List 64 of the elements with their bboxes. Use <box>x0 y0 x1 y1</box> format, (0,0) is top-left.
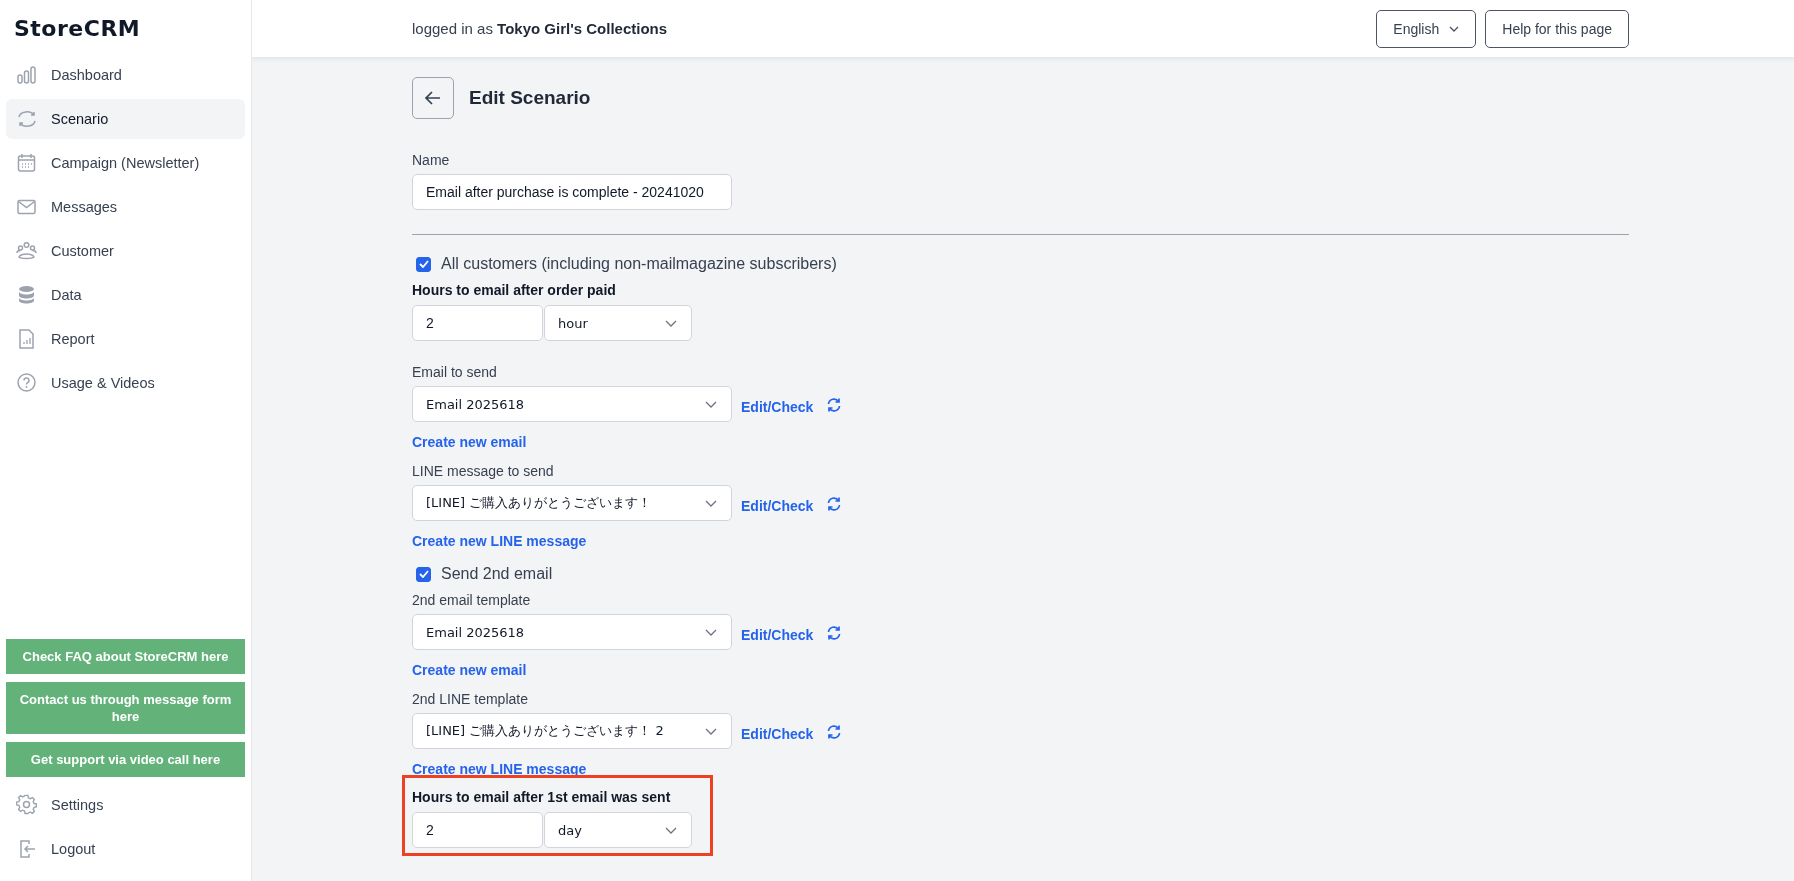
people-group-icon <box>16 240 37 262</box>
edit-check-link[interactable]: Edit/Check <box>741 498 814 514</box>
refresh-icon[interactable] <box>826 724 843 740</box>
help-button[interactable]: Help for this page <box>1485 9 1629 48</box>
create-link[interactable]: Create new LINE message <box>412 533 587 549</box>
refresh-icon[interactable] <box>826 496 843 512</box>
sidebar-item[interactable]: Settings <box>6 785 245 825</box>
create-link[interactable]: Create new email <box>412 662 527 678</box>
edit-check-link[interactable]: Edit/Check <box>741 726 814 742</box>
caret-icon <box>705 400 717 408</box>
back-arrow-icon <box>424 89 442 107</box>
edit-check-link[interactable]: Edit/Check <box>741 399 814 415</box>
chart-bars-icon <box>16 64 37 86</box>
edit-check-link[interactable]: Edit/Check <box>741 627 814 643</box>
create-link[interactable]: Create new email <box>412 434 527 450</box>
checkbox-label: All customers (including non-mailmagazine subscribers) <box>441 255 837 273</box>
caret-icon <box>705 727 717 735</box>
gear-icon <box>16 794 37 816</box>
checkbox[interactable] <box>416 256 431 272</box>
caret-icon <box>665 319 677 327</box>
database-icon <box>16 284 37 306</box>
caret-icon <box>1449 25 1460 32</box>
refresh-arrows-icon <box>16 108 37 130</box>
sidebar-item[interactable]: Report <box>6 319 245 359</box>
field-label: Hours to email after 1st email was sent <box>412 788 672 806</box>
caret-icon <box>665 826 677 834</box>
field-label: Email to send <box>412 363 498 381</box>
caret-icon <box>705 499 717 507</box>
field-label: Name <box>412 151 451 169</box>
field-label: 2nd email template <box>412 591 532 609</box>
sidebar-item[interactable]: Customer <box>6 231 245 271</box>
sidebar-item[interactable]: Usage & Videos <box>6 363 245 403</box>
sidebar-item[interactable]: Data <box>6 275 245 315</box>
sidebar-item[interactable]: Messages <box>6 187 245 227</box>
document-chart-icon <box>16 328 37 350</box>
page-title: Edit Scenario <box>469 87 591 109</box>
checkbox[interactable] <box>416 566 431 582</box>
dropdown[interactable]: Email 2025618 <box>412 386 732 422</box>
dropdown[interactable]: day <box>544 812 692 848</box>
field-label: Hours to email after order paid <box>412 281 617 299</box>
refresh-icon[interactable] <box>826 625 843 641</box>
checkbox-label: Send 2nd email <box>441 565 553 583</box>
create-link[interactable]: Create new LINE message <box>412 761 587 777</box>
logged-in-user-text: logged in as Tokyo Girl's Collections <box>412 20 668 37</box>
language-dropdown[interactable]: English <box>1376 9 1477 48</box>
refresh-icon[interactable] <box>826 397 843 413</box>
sidebar-item[interactable]: Campaign (Newsletter) <box>6 143 245 183</box>
field-label: 2nd LINE template <box>412 690 529 708</box>
sidebar-item[interactable]: Scenario <box>6 99 245 139</box>
dropdown[interactable]: [LINE] ご購入ありがとうございます！ 2 <box>412 713 732 749</box>
app-logo: StoreCRM <box>13 15 142 43</box>
sidebar-item[interactable]: Logout <box>6 829 245 869</box>
caret-icon <box>705 628 717 636</box>
dropdown[interactable]: Email 2025618 <box>412 614 732 650</box>
dropdown[interactable]: [LINE] ご購入ありがとうございます！ <box>412 485 732 521</box>
back-button[interactable] <box>412 77 454 119</box>
number-field[interactable]: 2 <box>412 812 543 848</box>
number-field[interactable]: 2 <box>412 305 543 341</box>
help-circle-icon <box>16 372 37 394</box>
text-field[interactable]: Email after purchase is complete - 20241020 <box>412 174 732 210</box>
field-label: LINE message to send <box>412 462 555 480</box>
dropdown[interactable]: hour <box>544 305 692 341</box>
sidebar-item[interactable]: Dashboard <box>6 55 245 95</box>
calendar-icon <box>16 152 37 174</box>
